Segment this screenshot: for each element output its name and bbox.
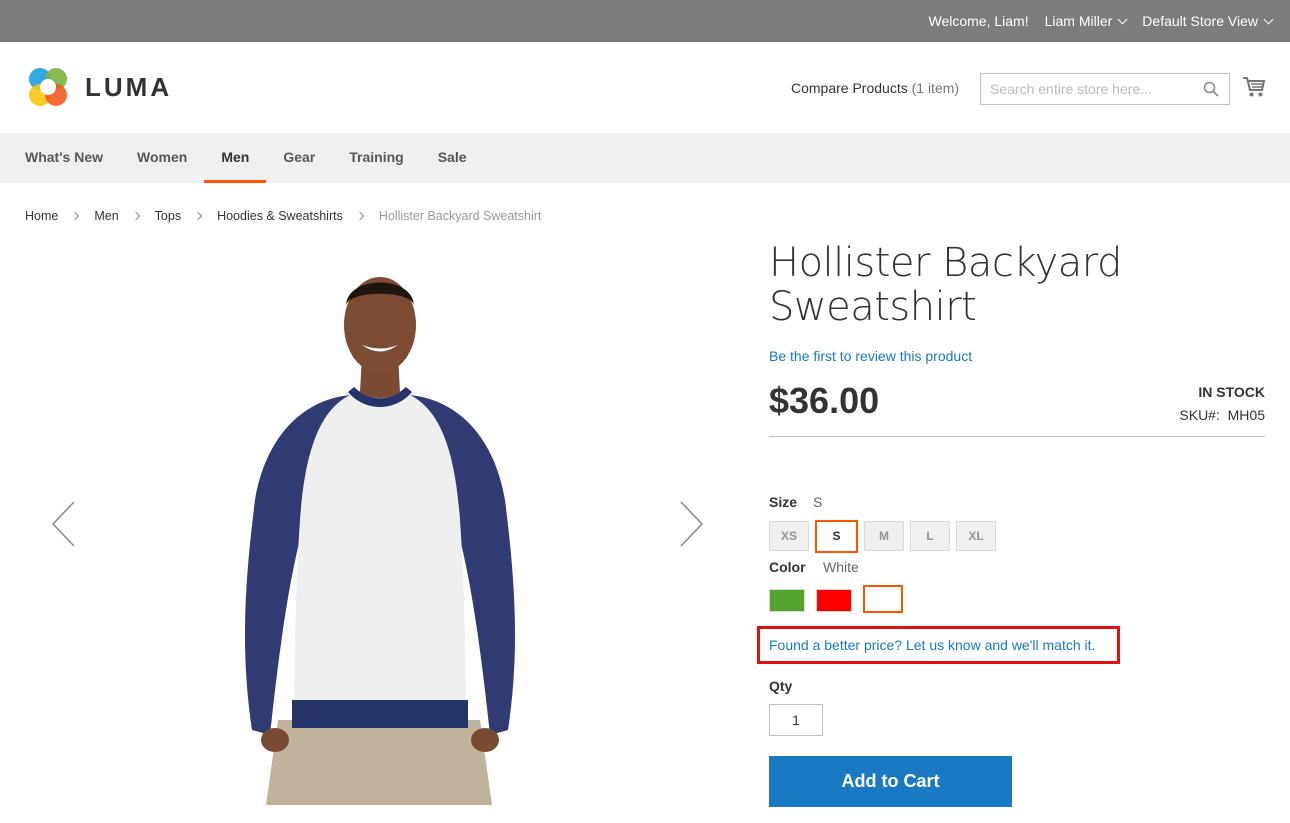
color-label: Color: [769, 559, 806, 575]
breadcrumb-hoodies[interactable]: Hoodies & Sweatshirts: [217, 209, 343, 223]
compare-count: (1 item): [911, 80, 960, 96]
breadcrumb-men[interactable]: Men: [94, 209, 118, 223]
nav-item-women[interactable]: Women: [120, 133, 204, 183]
welcome-message: Welcome, Liam!: [928, 13, 1029, 29]
account-name: Liam Miller: [1044, 13, 1113, 29]
nav-item-sale[interactable]: Sale: [421, 133, 484, 183]
product-title: Hollister Backyard Sweatshirt: [769, 240, 1122, 330]
search-input[interactable]: [981, 74, 1196, 104]
compare-label: Compare Products: [791, 80, 908, 96]
size-option-s[interactable]: S: [815, 520, 858, 553]
product-gallery: [20, 245, 740, 805]
top-bar: Welcome, Liam! Liam Miller Default Store…: [0, 0, 1290, 42]
color-selected-value: White: [823, 559, 859, 575]
search-box: [980, 73, 1230, 105]
chevron-right-icon: [193, 211, 203, 221]
size-label: Size: [769, 494, 798, 510]
breadcrumb: Home Men Tops Hoodies & Sweatshirts Holl…: [25, 209, 541, 223]
size-option-m[interactable]: M: [864, 521, 904, 551]
divider: [769, 436, 1265, 437]
account-dropdown[interactable]: Liam Miller: [1044, 13, 1128, 29]
chevron-right-icon: [355, 211, 365, 221]
breadcrumb-tops[interactable]: Tops: [155, 209, 181, 223]
qty-input[interactable]: [769, 704, 823, 736]
qty-label: Qty: [769, 678, 793, 694]
cart-icon[interactable]: [1242, 75, 1266, 99]
product-sku: SKU#: MH05: [1179, 407, 1265, 423]
logo-text: LUMA: [85, 71, 173, 102]
breadcrumb-home[interactable]: Home: [25, 209, 58, 223]
color-option-white[interactable]: [863, 585, 903, 613]
product-image: [244, 277, 516, 805]
chevron-down-icon: [1263, 14, 1274, 24]
color-swatches: [769, 585, 903, 613]
store-view-dropdown[interactable]: Default Store View: [1142, 13, 1274, 29]
review-link[interactable]: Be the first to review this product: [769, 348, 972, 364]
size-selected-value: S: [813, 494, 823, 510]
chevron-left-icon[interactable]: [50, 499, 80, 549]
main-navigation: What's New Women Men Gear Training Sale: [0, 133, 1290, 183]
chevron-down-icon: [1117, 14, 1128, 24]
luma-logo-icon: [29, 68, 67, 106]
size-option-xs[interactable]: XS: [769, 521, 809, 551]
nav-item-whats-new[interactable]: What's New: [8, 133, 120, 183]
sku-label: SKU#:: [1179, 407, 1220, 423]
chevron-right-icon[interactable]: [675, 499, 705, 549]
stock-status: IN STOCK: [1198, 384, 1265, 400]
chevron-right-icon: [131, 211, 140, 221]
price-match-link[interactable]: Found a better price? Let us know and we…: [769, 637, 1095, 653]
nav-item-men[interactable]: Men: [204, 133, 267, 183]
nav-item-gear[interactable]: Gear: [266, 133, 332, 183]
store-view-label: Default Store View: [1142, 13, 1258, 29]
sku-value: MH05: [1227, 407, 1265, 423]
add-to-cart-button[interactable]: Add to Cart: [769, 756, 1012, 807]
size-option-l[interactable]: L: [910, 521, 950, 551]
chevron-right-icon: [71, 211, 80, 221]
compare-products-link[interactable]: Compare Products (1 item): [791, 80, 959, 96]
nav-item-training[interactable]: Training: [332, 133, 420, 183]
color-option-green[interactable]: [769, 588, 805, 612]
size-swatches: XS S M L XL: [769, 520, 996, 553]
search-icon[interactable]: [1203, 81, 1219, 97]
product-price: $36.00: [769, 380, 880, 421]
color-option-red[interactable]: [816, 588, 852, 612]
store-logo[interactable]: LUMA: [25, 64, 172, 110]
size-option-xl[interactable]: XL: [956, 521, 996, 551]
breadcrumb-current: Hollister Backyard Sweatshirt: [378, 209, 542, 223]
